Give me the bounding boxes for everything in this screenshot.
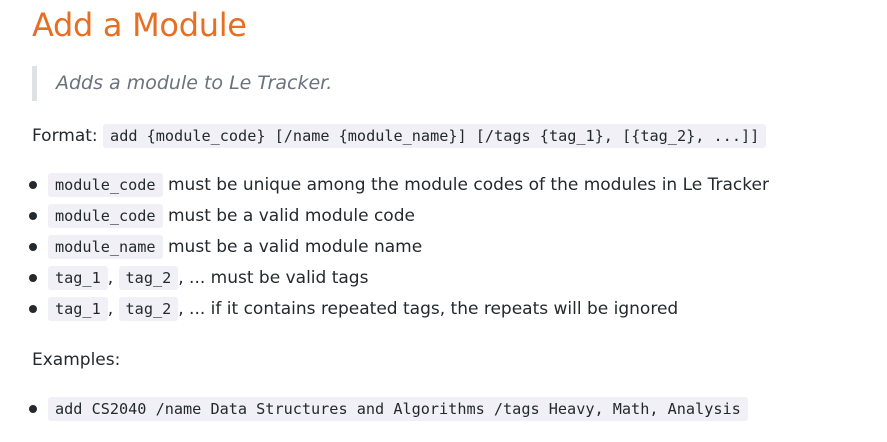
bullet-dot-icon	[29, 181, 37, 189]
constraint-text: must be unique among the module codes of…	[162, 175, 769, 195]
example-item: add CS2040 /name Data Structures and Alg…	[29, 395, 748, 423]
format-command-code: add {module_code} [/name {module_name}] …	[103, 124, 767, 148]
separator-text: ,	[107, 268, 119, 288]
inline-code: tag_1	[48, 266, 108, 290]
constraint-text: must be a valid module name	[162, 237, 423, 257]
description-blockquote: Adds a module to Le Tracker.	[32, 66, 852, 101]
format-label: Format:	[32, 126, 98, 146]
bullet-dot-icon	[29, 405, 37, 413]
documentation-page: Add a Module Adds a module to Le Tracker…	[0, 0, 887, 442]
inline-code: module_code	[48, 204, 163, 228]
inline-code: tag_2	[118, 266, 179, 290]
inline-code: module_code	[48, 173, 163, 197]
example-command-code: add CS2040 /name Data Structures and Alg…	[48, 397, 748, 421]
separator-text: ,	[107, 299, 119, 319]
inline-code: tag_1	[48, 297, 108, 321]
constraint-text: , ... if it contains repeated tags, the …	[178, 299, 679, 319]
constraint-item: module_code must be a valid module code	[29, 202, 415, 230]
constraint-item: tag_1, tag_2, ... if it contains repeate…	[29, 295, 679, 323]
examples-label: Examples:	[32, 350, 121, 370]
bullet-dot-icon	[29, 305, 37, 313]
constraint-text: , ... must be valid tags	[178, 268, 369, 288]
description-text: Adds a module to Le Tracker.	[56, 72, 333, 94]
constraint-item: tag_1, tag_2, ... must be valid tags	[29, 264, 369, 292]
constraint-text: must be a valid module code	[162, 206, 415, 226]
inline-code: module_name	[48, 235, 163, 259]
inline-code: tag_2	[118, 297, 179, 321]
format-line: Format: add {module_code} [/name {module…	[32, 122, 767, 150]
constraint-item: module_code must be unique among the mod…	[29, 171, 769, 199]
constraint-item: module_name must be a valid module name	[29, 233, 423, 261]
bullet-dot-icon	[29, 212, 37, 220]
bullet-dot-icon	[29, 274, 37, 282]
page-title: Add a Module	[32, 6, 247, 44]
bullet-dot-icon	[29, 243, 37, 251]
